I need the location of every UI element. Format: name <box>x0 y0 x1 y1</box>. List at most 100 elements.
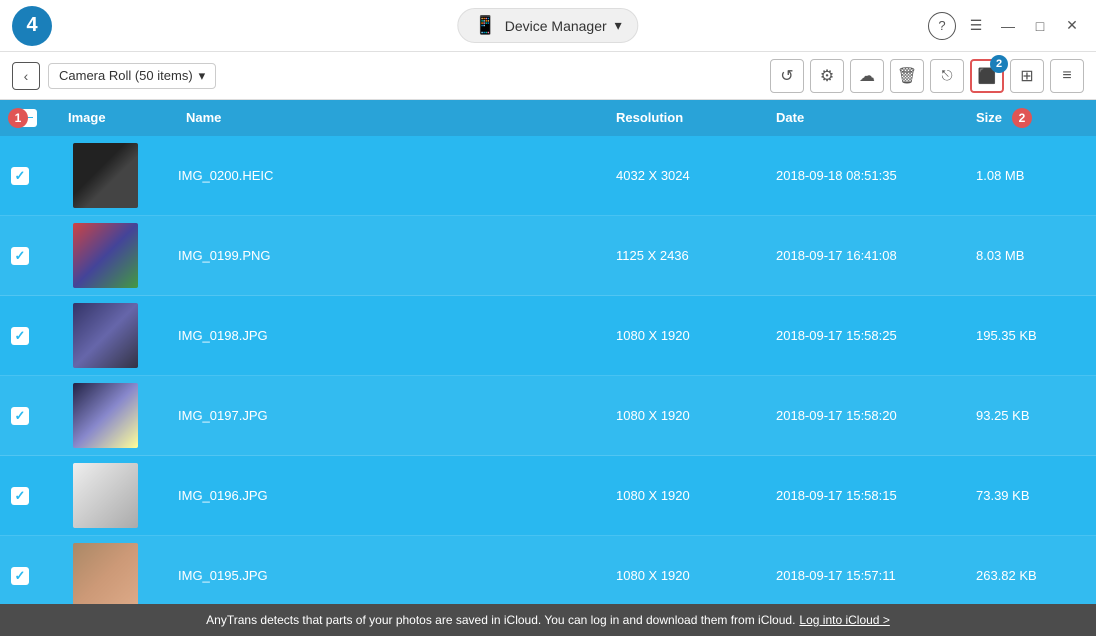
row-checkbox-wrap <box>0 247 40 265</box>
step-badge-2: 2 <box>990 55 1008 73</box>
row-filename: IMG_0195.JPG <box>170 568 616 583</box>
device-manager-button[interactable]: 📱 Device Manager ▾ <box>457 8 638 43</box>
refresh-icon: ↺ <box>780 66 793 86</box>
row-checkbox[interactable] <box>11 247 29 265</box>
row-size: 195.35 KB <box>976 328 1096 343</box>
row-date: 2018-09-17 15:57:11 <box>776 568 976 583</box>
back-icon: ‹ <box>24 68 29 84</box>
row-checkbox-wrap <box>0 167 40 185</box>
delete-icon: 🗑 <box>897 66 917 86</box>
delete-button[interactable]: 🗑 <box>890 59 924 93</box>
row-checkbox[interactable] <box>11 567 29 585</box>
device-manager-label: Device Manager <box>505 18 607 34</box>
thumbnail-image <box>73 463 138 528</box>
list-icon: ≡ <box>1062 67 1071 85</box>
step-number-2: 2 <box>1012 108 1032 128</box>
upload-icon: ☁ <box>859 66 875 86</box>
row-checkbox-wrap <box>0 407 40 425</box>
row-size: 93.25 KB <box>976 408 1096 423</box>
toolbar-actions: ↺ ⚙ ☁ 🗑 ⎋ ⬛ 2 ⊞ ≡ <box>770 59 1084 93</box>
upload-button[interactable]: ☁ <box>850 59 884 93</box>
header-resolution: Resolution <box>616 110 776 125</box>
status-message: AnyTrans detects that parts of your phot… <box>206 613 795 627</box>
table-body: IMG_0200.HEIC 4032 X 3024 2018-09-18 08:… <box>0 136 1096 604</box>
table-row[interactable]: IMG_0198.JPG 1080 X 1920 2018-09-17 15:5… <box>0 296 1096 376</box>
table-row[interactable]: IMG_0195.JPG 1080 X 1920 2018-09-17 15:5… <box>0 536 1096 604</box>
title-bar: 4 📱 Device Manager ▾ ? ☰ — □ ✕ <box>0 0 1096 52</box>
row-filename: IMG_0200.HEIC <box>170 168 616 183</box>
menu-button[interactable]: ☰ <box>964 14 988 38</box>
help-button[interactable]: ? <box>928 12 956 40</box>
title-bar-center: 📱 Device Manager ▾ <box>457 8 638 43</box>
row-filename: IMG_0198.JPG <box>170 328 616 343</box>
row-size: 8.03 MB <box>976 248 1096 263</box>
export-icon: ⎋ <box>941 67 952 84</box>
row-thumbnail <box>40 223 170 288</box>
minimize-button[interactable]: — <box>996 14 1020 38</box>
dropdown-arrow-icon: ▾ <box>615 17 622 34</box>
thumbnail-image <box>73 143 138 208</box>
header-name: Name <box>178 110 616 125</box>
row-filename: IMG_0199.PNG <box>170 248 616 263</box>
row-checkbox[interactable] <box>11 167 29 185</box>
table-row[interactable]: IMG_0197.JPG 1080 X 1920 2018-09-17 15:5… <box>0 376 1096 456</box>
thumbnail-image <box>73 383 138 448</box>
album-name: Camera Roll (50 items) <box>59 68 193 83</box>
icloud-login-link[interactable]: Log into iCloud > <box>799 613 889 627</box>
row-size: 73.39 KB <box>976 488 1096 503</box>
back-button[interactable]: ‹ <box>12 62 40 90</box>
row-checkbox[interactable] <box>11 327 29 345</box>
row-checkbox-wrap <box>0 487 40 505</box>
toolbar: ‹ Camera Roll (50 items) ▾ ↺ ⚙ ☁ 🗑 ⎋ ⬛ 2… <box>0 52 1096 100</box>
row-checkbox-wrap <box>0 567 40 585</box>
row-size: 263.82 KB <box>976 568 1096 583</box>
header-image: Image <box>48 110 178 125</box>
thumbnail-image <box>73 543 138 604</box>
row-checkbox[interactable] <box>11 407 29 425</box>
phone-icon: 📱 <box>474 15 496 36</box>
row-resolution: 4032 X 3024 <box>616 168 776 183</box>
title-bar-right: ? ☰ — □ ✕ <box>928 12 1084 40</box>
app-logo: 4 <box>12 6 52 46</box>
row-size: 1.08 MB <box>976 168 1096 183</box>
save-button-wrap: ⬛ 2 <box>970 59 1004 93</box>
table-row[interactable]: IMG_0199.PNG 1125 X 2436 2018-09-17 16:4… <box>0 216 1096 296</box>
row-resolution: 1080 X 1920 <box>616 328 776 343</box>
row-date: 2018-09-17 15:58:15 <box>776 488 976 503</box>
settings-icon: ⚙ <box>820 66 834 86</box>
row-filename: IMG_0197.JPG <box>170 408 616 423</box>
album-dropdown-icon: ▾ <box>199 68 206 84</box>
row-date: 2018-09-17 16:41:08 <box>776 248 976 263</box>
row-date: 2018-09-18 08:51:35 <box>776 168 976 183</box>
thumbnail-image <box>73 223 138 288</box>
row-thumbnail <box>40 143 170 208</box>
row-checkbox[interactable] <box>11 487 29 505</box>
close-button[interactable]: ✕ <box>1060 14 1084 38</box>
row-resolution: 1080 X 1920 <box>616 488 776 503</box>
header-date: Date <box>776 110 976 125</box>
table-header: Image Name Resolution Date Size <box>0 100 1096 136</box>
grid-view-button[interactable]: ⊞ <box>1010 59 1044 93</box>
table-row[interactable]: IMG_0200.HEIC 4032 X 3024 2018-09-18 08:… <box>0 136 1096 216</box>
row-thumbnail <box>40 543 170 604</box>
status-bar: AnyTrans detects that parts of your phot… <box>0 604 1096 636</box>
restore-button[interactable]: □ <box>1028 14 1052 38</box>
row-resolution: 1125 X 2436 <box>616 248 776 263</box>
row-resolution: 1080 X 1920 <box>616 568 776 583</box>
list-view-button[interactable]: ≡ <box>1050 59 1084 93</box>
title-bar-left: 4 <box>12 6 60 46</box>
row-date: 2018-09-17 15:58:20 <box>776 408 976 423</box>
row-thumbnail <box>40 303 170 368</box>
refresh-button[interactable]: ↺ <box>770 59 804 93</box>
row-resolution: 1080 X 1920 <box>616 408 776 423</box>
row-date: 2018-09-17 15:58:25 <box>776 328 976 343</box>
table-row[interactable]: IMG_0196.JPG 1080 X 1920 2018-09-17 15:5… <box>0 456 1096 536</box>
thumbnail-image <box>73 303 138 368</box>
album-selector[interactable]: Camera Roll (50 items) ▾ <box>48 63 216 89</box>
row-filename: IMG_0196.JPG <box>170 488 616 503</box>
step-number-1: 1 <box>8 108 28 128</box>
settings-button[interactable]: ⚙ <box>810 59 844 93</box>
header-size: Size <box>976 110 1096 125</box>
grid-icon: ⊞ <box>1020 66 1033 86</box>
export-button[interactable]: ⎋ <box>930 59 964 93</box>
